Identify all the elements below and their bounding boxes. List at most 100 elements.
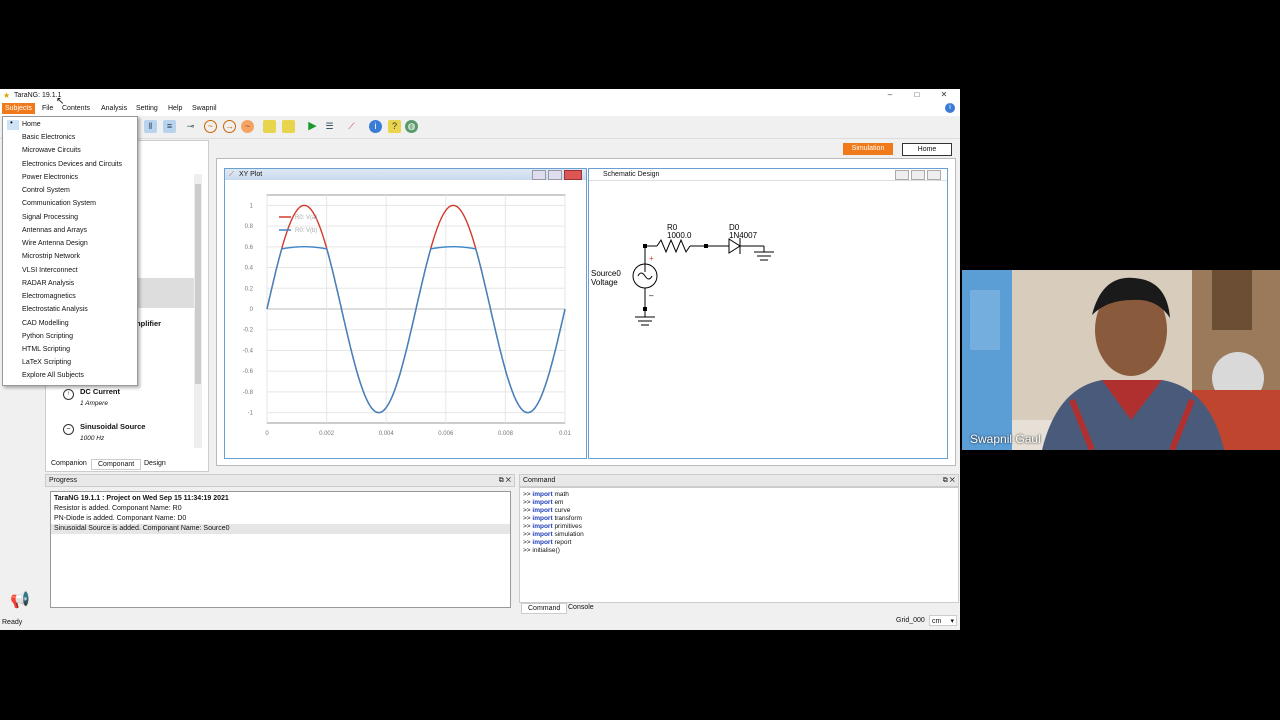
unit-select[interactable]: cm ▾: [929, 615, 957, 626]
schematic-titlebar: Schematic Design: [589, 169, 947, 181]
selected-component-highlight: [134, 278, 194, 308]
command-line: >> initialise(): [523, 547, 560, 554]
dropdown-item[interactable]: HTML Scripting: [22, 346, 70, 353]
menu-analysis[interactable]: Analysis: [101, 105, 127, 112]
sine-glyph: [637, 272, 653, 280]
panel-float-close-icon[interactable]: ⧉ ✕: [943, 475, 955, 486]
dropdown-item[interactable]: Wire Antenna Design: [22, 240, 88, 247]
plot-tool-icon[interactable]: ⟋: [345, 120, 358, 133]
dropdown-item[interactable]: Antennas and Arrays: [22, 227, 87, 234]
component-name[interactable]: Sinusoidal Source: [80, 422, 145, 431]
simulation-button[interactable]: Simulation: [843, 143, 893, 155]
y-tick-label: -0.2: [243, 328, 254, 334]
maximize-button[interactable]: □: [910, 90, 924, 101]
menu-subjects[interactable]: Subjects: [2, 103, 35, 114]
dropdown-item[interactable]: Microstrip Network: [22, 253, 80, 260]
block-tool-icon[interactable]: [263, 120, 276, 133]
dropdown-item[interactable]: CAD Modelling: [22, 320, 69, 327]
xy-plot-chart: 1 0.8 0.6 0.4 0.2 0 -0.2 -0.4 -0.6 -0.8 -1 0 0.002 0.…: [243, 194, 571, 437]
ac-source-tool-icon[interactable]: ~: [241, 120, 254, 133]
dropdown-item[interactable]: Electrostatic Analysis: [22, 306, 88, 313]
capacitor-tool-icon[interactable]: ‖: [144, 120, 157, 133]
dropdown-item[interactable]: Explore All Subjects: [22, 372, 84, 379]
dropdown-item[interactable]: Microwave Circuits: [22, 147, 81, 154]
node: [643, 244, 647, 248]
command-title: Command: [523, 477, 556, 484]
dropdown-item[interactable]: VLSI Interconnect: [22, 267, 78, 274]
xy-plot-window: ⟋ XY Plot 1 0.8 0.6 0.4 0.2 0 -0.2 -0.4 -0.6 -0.8…: [224, 168, 587, 459]
plus-sign: +: [649, 254, 654, 263]
command-console[interactable]: >> import math >> import em >> import cu…: [519, 487, 959, 603]
minimize-button[interactable]: –: [883, 90, 897, 101]
run-icon[interactable]: ▶: [306, 120, 319, 133]
y-tick-label: 0: [250, 307, 254, 313]
sinusoidal-source-icon: ~: [63, 424, 74, 435]
panel-float-close-icon[interactable]: ⧉ ✕: [499, 475, 511, 486]
tab-console[interactable]: Console: [568, 604, 594, 611]
dropdown-item[interactable]: RADAR Analysis: [22, 280, 74, 287]
dropdown-item[interactable]: Electromagnetics: [22, 293, 76, 300]
menu-file[interactable]: File: [42, 105, 53, 112]
menu-help[interactable]: Help: [168, 105, 182, 112]
dropdown-item[interactable]: Basic Electronics: [22, 134, 75, 141]
y-tick-label: -0.4: [243, 348, 254, 354]
block2-tool-icon[interactable]: [282, 120, 295, 133]
home-button[interactable]: Home: [902, 143, 952, 156]
close-button[interactable]: [564, 170, 582, 180]
component-name[interactable]: DC Current: [80, 387, 120, 396]
dropdown-item[interactable]: Signal Processing: [22, 214, 78, 221]
x-tick-label: 0.002: [319, 431, 335, 437]
ground-tool-icon[interactable]: ≡: [163, 120, 176, 133]
dropdown-item[interactable]: Control System: [22, 187, 70, 194]
source-tool-icon[interactable]: ~: [204, 120, 217, 133]
x-tick-label: 0.008: [498, 431, 514, 437]
minimize-button[interactable]: [895, 170, 910, 180]
source-name: Source0: [591, 269, 621, 278]
dropdown-item[interactable]: Power Electronics: [22, 174, 78, 181]
help-icon[interactable]: i: [369, 120, 382, 133]
command-line: >> import simulation: [523, 531, 584, 538]
current-source-tool-icon[interactable]: →: [223, 120, 236, 133]
command-header: Command ⧉ ✕: [519, 474, 959, 487]
settings-sliders-icon[interactable]: ☰: [323, 120, 336, 133]
menu-swapnil[interactable]: Swapnil: [192, 105, 217, 112]
command-line: >> import primitives: [523, 523, 582, 530]
diode-symbol[interactable]: [728, 238, 741, 254]
tab-companion[interactable]: Companion: [51, 460, 87, 467]
dropdown-item[interactable]: Electronics Devices and Circuits: [22, 161, 122, 168]
node: [704, 244, 708, 248]
webcam-image: [962, 270, 1280, 450]
progress-title: Progress: [49, 477, 78, 484]
schematic-title: Schematic Design: [603, 171, 660, 178]
globe-icon[interactable]: ◍: [405, 120, 418, 133]
tab-command[interactable]: Command: [521, 603, 568, 614]
toolbar: ‖ ≡ ⊸ ~ → ~ ▶ ☰ ⟋ i ? ◍: [0, 116, 960, 139]
legend-label: R0: V(b): [295, 228, 317, 234]
command-panel: Command ⧉ ✕ >> import math >> import em >…: [519, 474, 959, 616]
maximize-button[interactable]: [911, 170, 926, 180]
wire-tool-icon[interactable]: ⊸: [184, 120, 197, 133]
dropdown-item[interactable]: Python Scripting: [22, 333, 73, 340]
tab-componant[interactable]: Componant: [91, 459, 142, 470]
menu-contents[interactable]: Contents: [62, 105, 90, 112]
legend-label: R0: V(a): [295, 215, 317, 221]
maximize-button[interactable]: [548, 170, 563, 180]
resistor-symbol[interactable]: [656, 238, 691, 254]
dropdown-item-home[interactable]: Home: [22, 121, 41, 128]
menu-setting[interactable]: Setting: [136, 105, 158, 112]
close-button[interactable]: [927, 170, 941, 180]
megaphone-icon[interactable]: 📢: [10, 590, 30, 610]
minimize-button[interactable]: [532, 170, 547, 180]
dropdown-item[interactable]: Communication System: [22, 200, 96, 207]
component-name[interactable]: mplifier: [134, 319, 161, 328]
dropdown-item[interactable]: LaTeX Scripting: [22, 359, 71, 366]
command-line: >> import em: [523, 499, 564, 506]
info-icon[interactable]: i: [945, 103, 955, 113]
close-button[interactable]: ✕: [937, 90, 951, 101]
tab-design[interactable]: Design: [144, 460, 166, 467]
subjects-dropdown: • Home Basic Electronics Microwave Circu…: [2, 116, 138, 386]
tip-icon[interactable]: ?: [388, 120, 401, 133]
node: [643, 307, 647, 311]
scrollbar[interactable]: [194, 174, 202, 448]
chevron-down-icon: ▾: [950, 618, 954, 625]
